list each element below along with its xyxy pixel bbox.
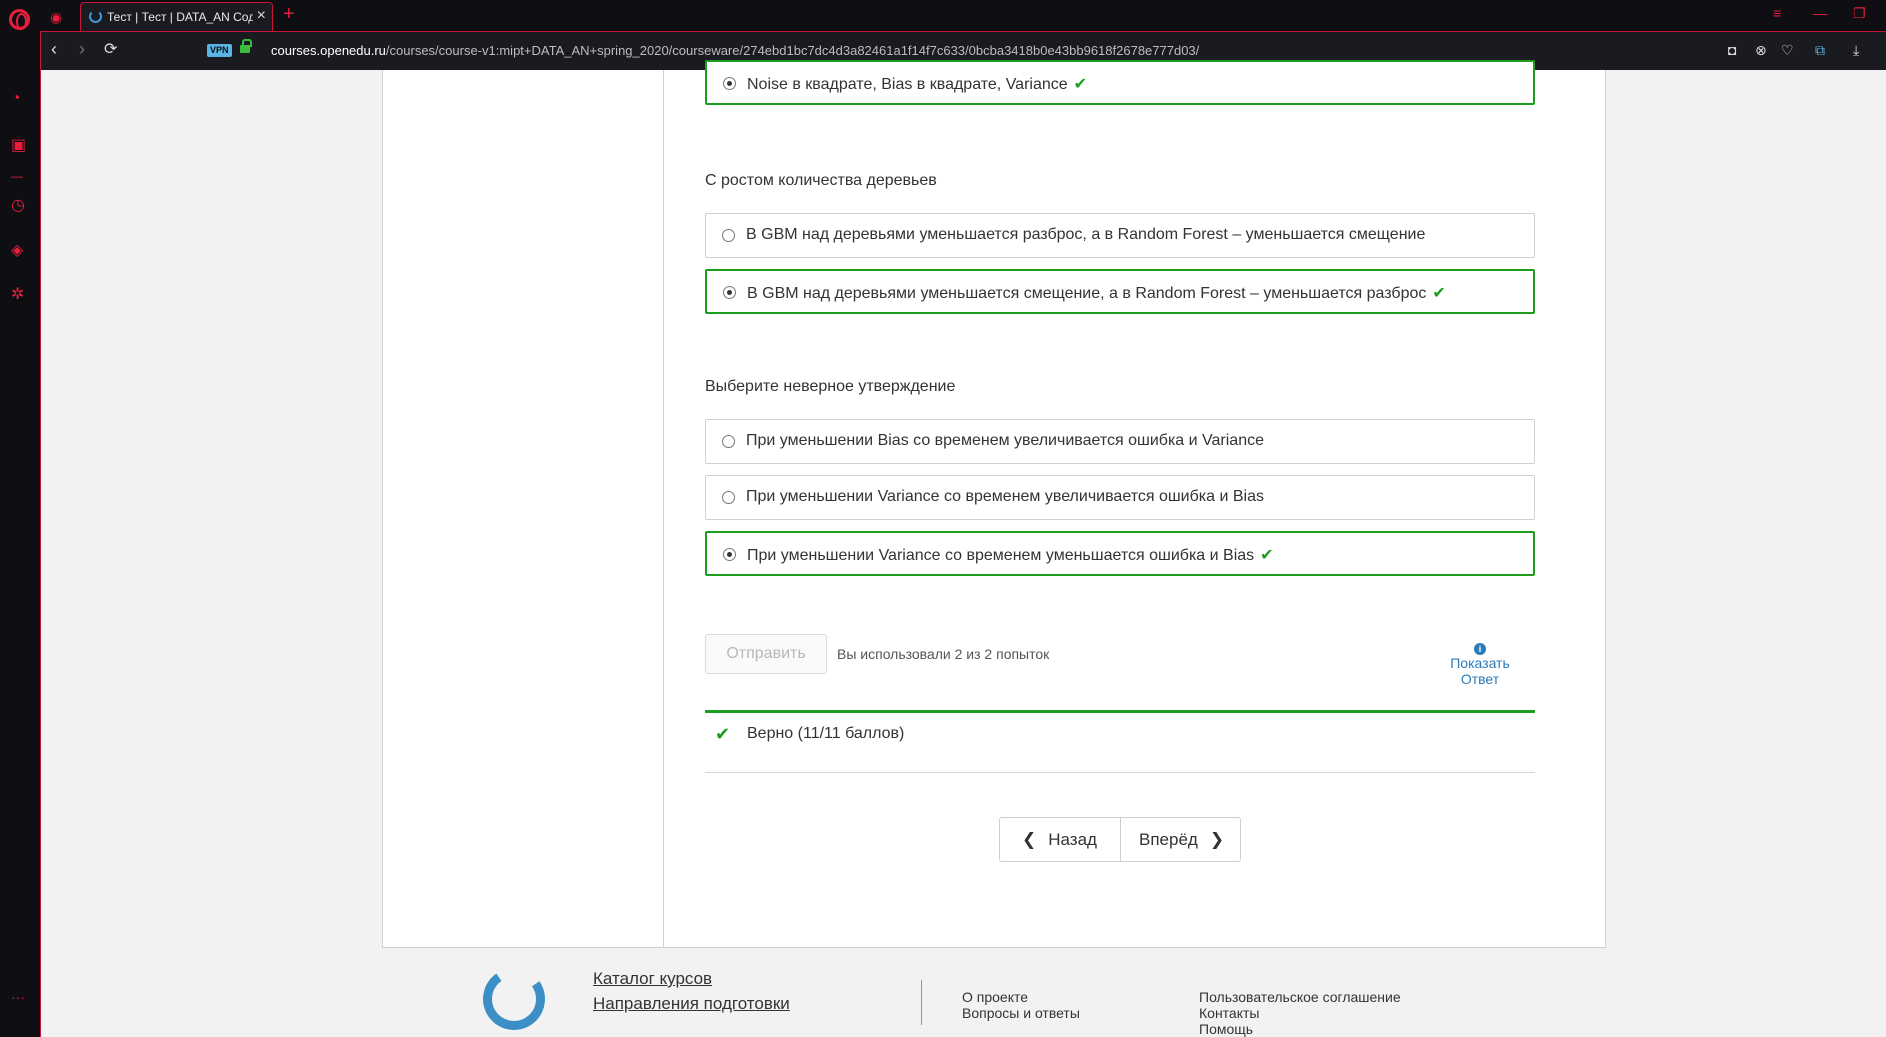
course-left-column — [383, 70, 664, 948]
minimize-icon[interactable]: — — [1813, 5, 1827, 21]
question-title: С ростом количества деревьев — [705, 172, 937, 189]
new-tab-icon[interactable]: + — [283, 3, 295, 26]
agreement-link[interactable]: Пользовательское соглашение — [1199, 989, 1401, 1005]
show-answer-button[interactable]: i Показать Ответ — [1440, 639, 1520, 687]
vpn-badge[interactable]: VPN — [207, 44, 232, 57]
option-label: В GBM над деревьями уменьшается смещение… — [747, 285, 1427, 302]
show-answer-label-1: Показать — [1450, 655, 1510, 671]
q2-option-2[interactable]: В GBM над деревьями уменьшается смещение… — [705, 269, 1535, 314]
q3-option-2[interactable]: При уменьшении Variance со временем увел… — [705, 475, 1535, 520]
attempts-text: Вы использовали 2 из 2 попыток — [837, 646, 1050, 662]
catalog-link[interactable]: Каталог курсов — [593, 969, 712, 989]
directions-link[interactable]: Направления подготовки — [593, 994, 790, 1014]
q1-option-selected[interactable]: Noise в квадрате, Bias в квадрате, Varia… — [705, 60, 1535, 105]
nav-divider — [1120, 818, 1121, 861]
submit-button[interactable]: Отправить — [705, 634, 827, 674]
page-viewport: Noise в квадрате, Bias в квадрате, Varia… — [41, 60, 1886, 1037]
status-text: Верно (11/11 баллов) — [747, 725, 905, 742]
previous-label: Назад — [1048, 830, 1097, 849]
speed-dial-icon[interactable]: ◔ — [11, 90, 21, 108]
gx-control-icon[interactable]: ◉ — [50, 9, 62, 26]
chevron-left-icon: ❮ — [1022, 830, 1037, 849]
course-content: Noise в квадрате, Bias в квадрате, Varia… — [382, 60, 1606, 948]
loading-spinner-icon — [89, 10, 102, 23]
twitch-icon[interactable]: ▣ — [11, 135, 26, 155]
history-icon[interactable]: ◷ — [11, 195, 25, 215]
option-label: При уменьшении Variance со временем умен… — [747, 547, 1255, 564]
more-icon[interactable]: ··· — [11, 989, 25, 1005]
secure-lock-icon[interactable] — [240, 39, 252, 53]
radio-selected-icon[interactable] — [723, 77, 736, 90]
opera-menu-icon[interactable] — [9, 9, 30, 30]
translate-icon[interactable]: ⧉ — [1815, 42, 1825, 59]
radio-icon[interactable] — [722, 435, 735, 448]
correct-check-icon: ✔ — [715, 724, 731, 744]
option-label: В GBM над деревьями уменьшается разброс,… — [746, 226, 1426, 243]
settings-gear-icon[interactable]: ✲ — [11, 284, 24, 304]
option-label: При уменьшении Variance со временем увел… — [746, 488, 1264, 505]
snapshot-icon[interactable]: ◘ — [1728, 42, 1736, 58]
extensions-cube-icon[interactable]: ◈ — [11, 240, 23, 260]
tab-menu-icon[interactable]: ≡ — [1773, 5, 1781, 21]
previous-button[interactable]: ❮ Назад — [1022, 818, 1097, 861]
openedu-logo[interactable] — [478, 963, 550, 1035]
close-tab-icon[interactable]: × — [257, 7, 266, 25]
restore-window-icon[interactable]: ❐ — [1853, 5, 1866, 22]
sequence-navigation: ❮ Назад Вперёд ❯ — [999, 817, 1241, 862]
grading-status: ✔ Верно (11/11 баллов) — [705, 710, 1535, 773]
adblock-icon[interactable]: ⊗ — [1755, 42, 1767, 59]
url-field[interactable]: courses.openedu.ru/courses/course-v1:mip… — [271, 43, 1199, 58]
help-link[interactable]: Помощь — [1199, 1021, 1253, 1037]
sidebar-divider: — — [11, 169, 23, 183]
bookmark-heart-icon[interactable]: ♡ — [1781, 42, 1794, 59]
show-answer-label-2: Ответ — [1460, 671, 1500, 687]
next-button[interactable]: Вперёд ❯ — [1139, 818, 1224, 861]
browser-tab-active[interactable]: Тест | Тест | DATA_AN Сод × — [80, 2, 273, 31]
faq-link[interactable]: Вопросы и ответы — [962, 1005, 1080, 1021]
check-icon: ✔ — [1073, 76, 1088, 93]
option-label: При уменьшении Bias со временем увеличив… — [746, 432, 1264, 449]
url-path: /courses/course-v1:mipt+DATA_AN+spring_2… — [385, 43, 1200, 58]
contacts-link[interactable]: Контакты — [1199, 1005, 1259, 1021]
download-icon[interactable]: ⤓ — [1853, 42, 1859, 59]
url-host: courses.openedu.ru — [271, 43, 386, 58]
radio-icon[interactable] — [722, 491, 735, 504]
q2-option-1[interactable]: В GBM над деревьями уменьшается разброс,… — [705, 213, 1535, 258]
q3-option-1[interactable]: При уменьшении Bias со временем увеличив… — [705, 419, 1535, 464]
radio-selected-icon[interactable] — [723, 548, 736, 561]
question-title: Выберите неверное утверждение — [705, 378, 956, 395]
reload-icon[interactable]: ⟳ — [104, 39, 117, 59]
browser-sidebar: ◔ ▣ — ◷ ◈ ✲ ··· — [0, 31, 41, 1037]
forward-nav-icon[interactable]: › — [79, 39, 85, 60]
browser-tab-bar: ◉ Тест | Тест | DATA_AN Сод × + ≡ — ❐ — [0, 0, 1886, 31]
radio-selected-icon[interactable] — [723, 286, 736, 299]
info-icon: i — [1474, 643, 1486, 655]
check-icon: ✔ — [1432, 285, 1446, 302]
site-footer: Каталог курсов Направления подготовки О … — [41, 948, 1886, 1037]
radio-icon[interactable] — [722, 229, 735, 242]
next-label: Вперёд — [1139, 830, 1198, 849]
chevron-right-icon: ❯ — [1209, 830, 1225, 849]
about-link[interactable]: О проекте — [962, 989, 1028, 1005]
tab-title: Тест | Тест | DATA_AN Сод — [107, 10, 253, 24]
back-nav-icon[interactable]: ‹ — [51, 39, 57, 60]
check-icon: ✔ — [1260, 547, 1274, 564]
q3-option-3[interactable]: При уменьшении Variance со временем умен… — [705, 531, 1535, 576]
footer-divider — [921, 980, 922, 1025]
option-label: Noise в квадрате, Bias в квадрате, Varia… — [747, 76, 1068, 93]
